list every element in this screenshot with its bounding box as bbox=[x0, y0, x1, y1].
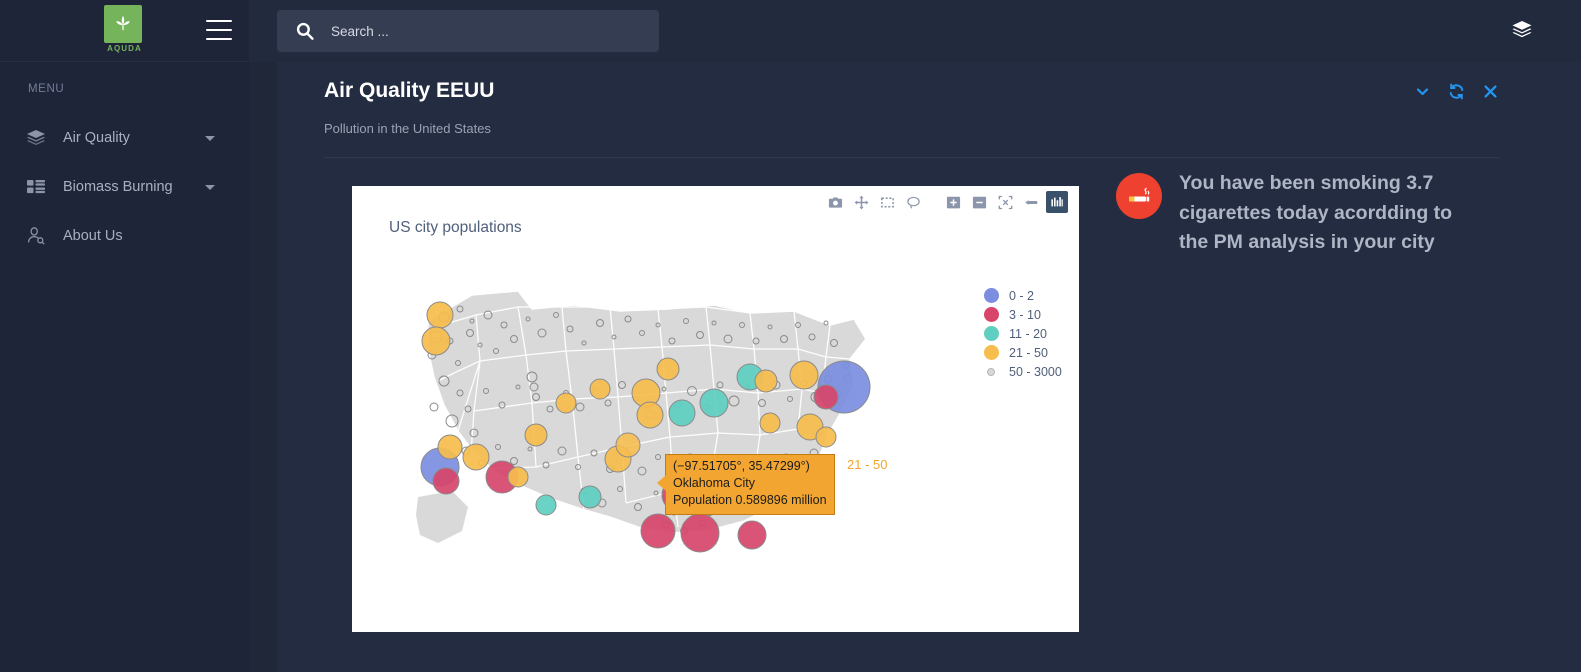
search-icon bbox=[296, 22, 314, 40]
legend-item[interactable]: 21 - 50 bbox=[977, 343, 1062, 362]
leaf-icon bbox=[111, 12, 135, 36]
panel-left-strip bbox=[249, 62, 277, 672]
map-bubble bbox=[437, 434, 463, 460]
layers-icon[interactable] bbox=[1511, 20, 1533, 40]
sidebar-item-label: Air Quality bbox=[63, 129, 130, 146]
hamburger-bar bbox=[206, 38, 232, 40]
sidebar-item-label: About Us bbox=[63, 227, 123, 244]
legend-item[interactable]: 3 - 10 bbox=[977, 305, 1062, 324]
legend-item[interactable]: 11 - 20 bbox=[977, 324, 1062, 343]
map-bubble bbox=[524, 423, 548, 447]
map-bubble bbox=[578, 485, 602, 509]
tooltip-coords: (−97.51705°, 35.47299°) bbox=[673, 459, 810, 473]
hamburger-bar bbox=[206, 29, 232, 31]
sidebar-menu-label: MENU bbox=[28, 83, 65, 95]
search-input[interactable] bbox=[331, 23, 631, 39]
map-bubble bbox=[680, 513, 720, 553]
user-search-icon bbox=[26, 226, 50, 246]
map-bubble bbox=[754, 369, 778, 393]
map-bubble bbox=[507, 466, 529, 488]
map-bubble bbox=[589, 378, 611, 400]
map-hover-tooltip: (−97.51705°, 35.47299°) Oklahoma City Po… bbox=[657, 454, 835, 515]
chevron-down-icon[interactable] bbox=[1415, 84, 1430, 99]
sidebar: AQUDA MENU Air Quality Biomass Burning A… bbox=[0, 0, 249, 672]
map-bubble bbox=[789, 360, 819, 390]
map-bubble bbox=[535, 494, 557, 516]
sidebar-brand: AQUDA bbox=[0, 0, 249, 62]
legend-swatch bbox=[977, 326, 1005, 341]
legend-swatch bbox=[977, 345, 1005, 360]
map-bubble bbox=[640, 513, 676, 549]
legend-label: 3 - 10 bbox=[1009, 307, 1041, 322]
refresh-icon[interactable] bbox=[1448, 83, 1465, 100]
hamburger-bar bbox=[206, 20, 232, 22]
sidebar-nav: Air Quality Biomass Burning About Us bbox=[0, 113, 249, 260]
map-bubble bbox=[462, 443, 490, 471]
tooltip-arrow bbox=[657, 475, 666, 491]
map-bubble bbox=[656, 357, 680, 381]
tooltip-population: Population 0.589896 million bbox=[673, 493, 827, 507]
legend-label: 21 - 50 bbox=[1009, 345, 1048, 360]
legend-label: 50 - 3000 bbox=[1009, 364, 1062, 379]
choropleth-map[interactable]: 0 - 2 3 - 10 11 - 20 21 - 50 50 - 3000 2… bbox=[352, 186, 1079, 632]
legend-item[interactable]: 0 - 2 bbox=[977, 286, 1062, 305]
map-bubble bbox=[759, 412, 781, 434]
sidebar-item-about-us[interactable]: About Us bbox=[0, 211, 249, 260]
smoking-message: You have been smoking 3.7 cigarettes tod… bbox=[1116, 169, 1476, 258]
map-bubble bbox=[615, 432, 641, 458]
content-panel: Air Quality EEUU Pollution in the United… bbox=[277, 62, 1581, 672]
smoking-message-text: You have been smoking 3.7 cigarettes tod… bbox=[1179, 172, 1453, 253]
table-icon bbox=[26, 177, 50, 197]
map-bubble bbox=[813, 384, 839, 410]
plot-card: US city populations 0 - 2 3 - 10 11 - 20… bbox=[352, 186, 1079, 632]
map-bubble bbox=[699, 388, 729, 418]
map-bubble bbox=[636, 401, 664, 429]
menu-toggle-button[interactable] bbox=[206, 20, 232, 40]
map-bubble bbox=[668, 399, 696, 427]
close-icon[interactable] bbox=[1483, 84, 1498, 99]
chevron-down-icon[interactable] bbox=[205, 184, 215, 190]
app-logo[interactable] bbox=[104, 5, 142, 43]
app-root: AQUDA MENU Air Quality Biomass Burning A… bbox=[0, 0, 1581, 672]
brand-name: AQUDA bbox=[107, 44, 142, 53]
legend-swatch bbox=[977, 288, 1005, 303]
legend-label: 0 - 2 bbox=[1009, 288, 1035, 303]
cigarette-icon bbox=[1116, 173, 1162, 219]
map-bubble bbox=[737, 520, 767, 550]
map-bubble bbox=[426, 301, 454, 329]
topbar bbox=[249, 0, 1581, 62]
map-bubble bbox=[815, 426, 837, 448]
search-box[interactable] bbox=[277, 10, 659, 52]
tooltip-city: Oklahoma City bbox=[673, 476, 755, 490]
map-bubble bbox=[421, 326, 451, 356]
legend-swatch bbox=[977, 367, 1005, 376]
panel-divider bbox=[324, 157, 1499, 158]
page-subtitle: Pollution in the United States bbox=[324, 121, 491, 136]
legend-swatch bbox=[977, 307, 1005, 322]
legend-label: 11 - 20 bbox=[1009, 326, 1047, 341]
legend-item[interactable]: 50 - 3000 bbox=[977, 362, 1062, 381]
us-map-svg bbox=[416, 290, 871, 553]
page-title: Air Quality EEUU bbox=[324, 79, 495, 102]
sidebar-item-biomass-burning[interactable]: Biomass Burning bbox=[0, 162, 249, 211]
sidebar-item-label: Biomass Burning bbox=[63, 178, 173, 195]
panel-actions bbox=[1415, 83, 1498, 100]
map-bubble bbox=[555, 392, 577, 414]
chevron-down-icon[interactable] bbox=[205, 135, 215, 141]
map-bubble bbox=[432, 467, 460, 495]
layers-icon bbox=[26, 128, 50, 148]
chart-legend: 0 - 2 3 - 10 11 - 20 21 - 50 50 - 3000 bbox=[977, 286, 1062, 381]
hover-trace-label: 21 - 50 bbox=[847, 457, 888, 472]
sidebar-item-air-quality[interactable]: Air Quality bbox=[0, 113, 249, 162]
